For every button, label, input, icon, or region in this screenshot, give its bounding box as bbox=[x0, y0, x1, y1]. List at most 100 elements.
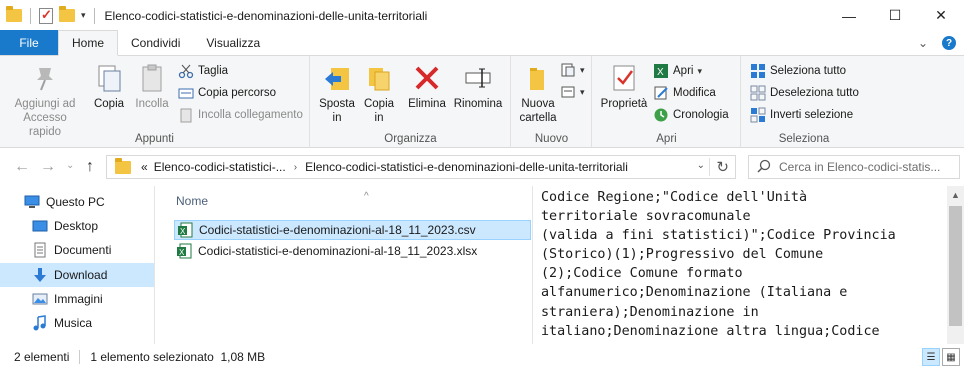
paste-link-button[interactable]: Incolla collegamento bbox=[178, 107, 303, 123]
minimize-button[interactable]: — bbox=[826, 0, 872, 31]
tab-share[interactable]: Condividi bbox=[118, 30, 193, 55]
pin-quick-access-button[interactable]: Aggiungi ad Accesso rapido bbox=[6, 60, 84, 139]
scissors-icon bbox=[178, 63, 194, 79]
up-arrow-icon[interactable]: ↑ bbox=[86, 158, 94, 176]
cut-label: Taglia bbox=[198, 65, 229, 77]
scrollbar-thumb[interactable] bbox=[949, 206, 962, 326]
rename-button[interactable]: Rinomina bbox=[451, 60, 505, 111]
tab-view[interactable]: Visualizza bbox=[193, 30, 273, 55]
group-label-clipboard: Appunti bbox=[134, 133, 174, 145]
chevron-right-icon[interactable]: › bbox=[294, 162, 297, 173]
customize-dropdown-icon[interactable]: ▾ bbox=[81, 10, 86, 21]
forward-arrow-icon[interactable]: → bbox=[40, 158, 56, 176]
easy-access-button[interactable]: ▾ bbox=[560, 84, 585, 100]
sidebar-item-music[interactable]: Musica bbox=[0, 311, 154, 335]
sidebar-item-documents[interactable]: Documenti bbox=[0, 238, 154, 262]
copy-path-icon bbox=[178, 85, 194, 101]
copy-button[interactable]: Copia bbox=[90, 60, 128, 111]
copy-path-button[interactable]: Copia percorso bbox=[178, 85, 276, 101]
move-to-button[interactable]: Sposta in bbox=[317, 60, 357, 125]
new-folder-quick-icon[interactable] bbox=[59, 6, 75, 22]
navigation-pane: Questo PC Desktop Documenti Download Imm… bbox=[0, 186, 155, 344]
sort-arrow-icon: ^ bbox=[364, 191, 369, 202]
new-folder-button[interactable]: Nuova cartella bbox=[516, 60, 560, 125]
download-icon bbox=[32, 267, 48, 283]
edit-button[interactable]: Modifica bbox=[653, 85, 716, 101]
open-button[interactable]: X Apri ▾ bbox=[653, 63, 702, 79]
breadcrumb-current[interactable]: Elenco-codici-statistici-e-denominazioni… bbox=[305, 160, 628, 174]
properties-button[interactable]: Proprietà bbox=[597, 60, 651, 111]
recent-locations-icon[interactable]: ⌄ bbox=[66, 160, 74, 171]
file-row[interactable]: X Codici-statistici-e-denominazioni-al-1… bbox=[174, 220, 531, 240]
sidebar-item-pictures[interactable]: Immagini bbox=[0, 287, 154, 311]
properties-label: Proprietà bbox=[600, 98, 648, 110]
svg-text:X: X bbox=[657, 67, 664, 78]
divider bbox=[79, 350, 81, 364]
back-arrow-icon[interactable]: ← bbox=[14, 158, 30, 176]
history-button[interactable]: Cronologia bbox=[653, 107, 729, 123]
file-row[interactable]: X Codici-statistici-e-denominazioni-al-1… bbox=[174, 241, 531, 261]
delete-label: Elimina bbox=[408, 98, 446, 110]
close-button[interactable]: ✕ bbox=[918, 0, 964, 31]
open-dropdown-icon: ▾ bbox=[697, 65, 702, 76]
collapse-ribbon-icon[interactable]: ⌄ bbox=[918, 36, 928, 50]
properties-quick-icon[interactable] bbox=[39, 7, 53, 24]
pin-icon bbox=[29, 62, 61, 94]
tab-file[interactable]: File bbox=[0, 30, 58, 55]
paste-label: Incolla bbox=[135, 98, 169, 110]
ribbon-tabs: File Home Condividi Visualizza ⌄ ? bbox=[0, 30, 964, 56]
select-all-icon bbox=[750, 63, 766, 79]
group-label-open: Apri bbox=[656, 133, 677, 145]
paste-icon bbox=[136, 62, 168, 94]
details-view-icon[interactable]: ☰ bbox=[922, 348, 940, 366]
breadcrumb-parent[interactable]: Elenco-codici-statistici-... bbox=[154, 160, 286, 174]
invert-selection-button[interactable]: Inverti selezione bbox=[750, 107, 853, 123]
select-all-label: Seleziona tutto bbox=[770, 65, 847, 77]
delete-button[interactable]: Elimina bbox=[407, 60, 447, 111]
chevron-down-icon[interactable]: ⌄ bbox=[697, 160, 705, 171]
move-to-icon bbox=[321, 62, 353, 94]
cut-button[interactable]: Taglia bbox=[178, 63, 228, 79]
new-item-button[interactable]: ▾ bbox=[560, 62, 585, 78]
scroll-up-icon[interactable]: ▲ bbox=[951, 190, 960, 200]
search-input[interactable]: Cerca in Elenco-codici-statis... bbox=[748, 155, 960, 179]
history-label: Cronologia bbox=[673, 109, 729, 121]
tab-home[interactable]: Home bbox=[58, 30, 119, 56]
column-header-label: Nome bbox=[176, 194, 209, 208]
ribbon: Aggiungi ad Accesso rapido Copia Incolla… bbox=[0, 56, 964, 148]
copy-path-label: Copia percorso bbox=[198, 87, 276, 99]
maximize-button[interactable]: ☐ bbox=[872, 0, 918, 31]
sidebar-item-download[interactable]: Download bbox=[0, 263, 154, 287]
selection-info: 1 elemento selezionato 1,08 MB bbox=[90, 350, 266, 364]
new-item-icon bbox=[560, 62, 576, 78]
refresh-icon[interactable]: ↻ bbox=[709, 158, 729, 176]
group-label-new: Nuovo bbox=[534, 133, 569, 145]
open-label: Apri bbox=[673, 65, 694, 77]
select-none-button[interactable]: Deseleziona tutto bbox=[750, 85, 859, 101]
large-icons-view-icon[interactable]: ▦ bbox=[942, 348, 960, 366]
sidebar-item-label: Download bbox=[54, 268, 108, 282]
title-bar: ▾ Elenco-codici-statistici-e-denominazio… bbox=[0, 0, 964, 31]
group-label-select: Seleziona bbox=[778, 133, 830, 145]
new-item-dropdown-icon: ▾ bbox=[580, 64, 585, 75]
documents-icon bbox=[32, 242, 48, 258]
easy-access-icon bbox=[560, 84, 576, 100]
address-row: ← → ⌄ ↑ « Elenco-codici-statistici-... ›… bbox=[0, 148, 964, 186]
paste-button[interactable]: Incolla bbox=[132, 60, 172, 111]
excel-icon: X bbox=[653, 63, 669, 79]
breadcrumb-prefix[interactable]: « bbox=[141, 160, 148, 174]
group-clipboard: Aggiungi ad Accesso rapido Copia Incolla… bbox=[0, 56, 310, 148]
help-icon[interactable]: ? bbox=[942, 36, 956, 50]
select-all-button[interactable]: Seleziona tutto bbox=[750, 63, 846, 79]
edit-label: Modifica bbox=[673, 87, 716, 99]
delete-icon bbox=[411, 62, 443, 94]
copy-to-button[interactable]: Copia in bbox=[359, 60, 399, 125]
sidebar-item-desktop[interactable]: Desktop bbox=[0, 214, 154, 238]
sidebar-item-this-pc[interactable]: Questo PC bbox=[0, 190, 154, 214]
address-bar[interactable]: « Elenco-codici-statistici-... › Elenco-… bbox=[106, 155, 736, 179]
column-header-name[interactable]: ^ Nome bbox=[176, 191, 369, 208]
preview-scrollbar[interactable]: ▲ bbox=[947, 186, 964, 344]
group-label-organize: Organizza bbox=[384, 133, 437, 145]
excel-file-icon: X bbox=[176, 243, 192, 259]
new-folder-label: Nuova cartella bbox=[519, 98, 557, 124]
